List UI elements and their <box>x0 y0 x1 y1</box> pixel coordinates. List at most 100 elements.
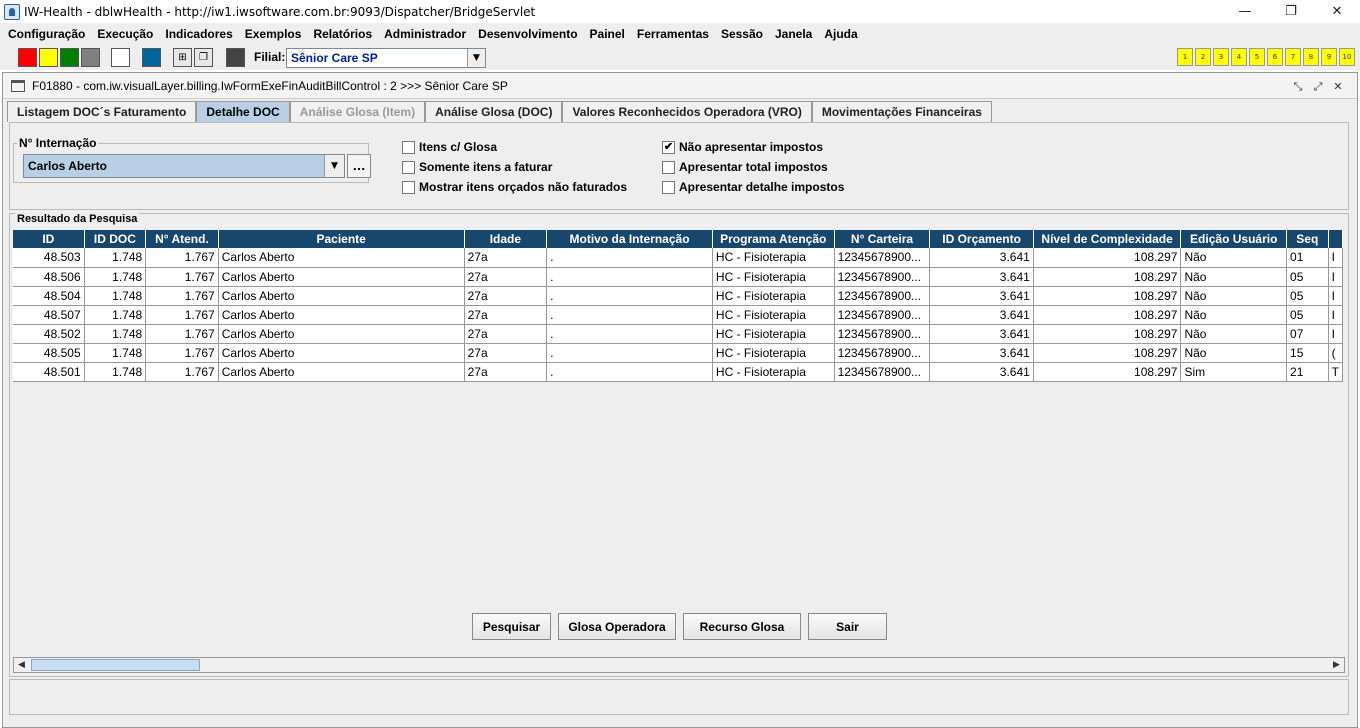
table-cell: Carlos Aberto <box>218 362 465 382</box>
checkbox-nao-apresentar-impostos[interactable]: ✔ Não apresentar impostos <box>662 140 823 154</box>
sair-button[interactable]: Sair <box>808 613 887 640</box>
checkbox-label: Itens c/ Glosa <box>419 140 498 154</box>
menu-relatorios[interactable]: Relatórios <box>307 27 378 41</box>
scroll-thumb[interactable] <box>31 659 200 671</box>
color-swatch-gray[interactable] <box>81 48 100 67</box>
table-row[interactable]: 48.504 1.748 1.767 Carlos Aberto 27a. HC - Fi… <box>13 286 1343 306</box>
menu-bar: Configuração Execução Indicadores Exempl… <box>0 23 1360 44</box>
table-cell: Carlos Aberto <box>218 324 465 344</box>
table-cell: Não <box>1180 267 1288 287</box>
col-carteira[interactable]: N° Carteira <box>834 230 931 248</box>
scroll-right-icon[interactable]: ▶ <box>1329 658 1344 672</box>
glosa-operadora-button[interactable]: Glosa Operadora <box>558 613 676 640</box>
internacao-combo[interactable]: Carlos Aberto ▼ <box>23 154 345 178</box>
menu-exemplos[interactable]: Exemplos <box>239 27 308 41</box>
col-paciente[interactable]: Paciente <box>218 230 465 248</box>
scroll-left-icon[interactable]: ◀ <box>14 658 29 672</box>
color-swatch-green[interactable] <box>60 48 79 67</box>
chevron-down-icon[interactable]: ▼ <box>467 49 485 67</box>
windows-icon[interactable]: ❐ <box>194 48 213 67</box>
checkbox-total-impostos[interactable]: Apresentar total impostos <box>662 160 828 174</box>
recurso-glosa-button[interactable]: Recurso Glosa <box>683 613 801 640</box>
internacao-lookup-button[interactable]: ... <box>347 154 371 178</box>
color-swatch-dark[interactable] <box>226 48 245 67</box>
color-swatch-yellow[interactable] <box>39 48 58 67</box>
col-programa[interactable]: Programa Atenção <box>712 230 835 248</box>
chevron-down-icon[interactable]: ▼ <box>324 155 344 177</box>
menu-janela[interactable]: Janela <box>769 27 818 41</box>
col-num-atend[interactable]: N° Atend. <box>145 230 219 248</box>
col-edicao-usuario[interactable]: Edição Usuário <box>1180 230 1288 248</box>
maximize-icon[interactable]: ⤢ <box>1311 80 1325 93</box>
quick-button-2[interactable]: 2 <box>1195 48 1211 66</box>
menu-execucao[interactable]: Execução <box>91 27 159 41</box>
checkbox-detalhe-impostos[interactable]: Apresentar detalhe impostos <box>662 180 844 194</box>
table-row[interactable]: 48.503 1.748 1.767 Carlos Aberto 27a. HC - Fi… <box>13 248 1343 268</box>
table-row[interactable]: 48.507 1.748 1.767 Carlos Aberto 27a. HC - Fi… <box>13 305 1343 325</box>
col-idade[interactable]: Idade <box>464 230 548 248</box>
color-swatch-blue[interactable] <box>142 48 161 67</box>
menu-administrador[interactable]: Administrador <box>378 27 472 41</box>
filial-select[interactable]: Sênior Care SP ▼ <box>286 48 486 68</box>
quick-button-1[interactable]: 1 <box>1177 48 1193 66</box>
table-cell: HC - Fisioterapia <box>712 267 835 287</box>
quick-button-4[interactable]: 4 <box>1231 48 1247 66</box>
checkbox-box[interactable] <box>402 140 415 154</box>
checkbox-somente-faturar[interactable]: Somente itens a faturar <box>402 160 552 174</box>
close-icon[interactable]: ✕ <box>1331 80 1345 93</box>
app-icon <box>4 3 20 20</box>
minimize-button[interactable]: — <box>1222 0 1268 23</box>
color-swatch-white[interactable] <box>111 48 130 67</box>
menu-ferramentas[interactable]: Ferramentas <box>631 27 715 41</box>
col-complexidade[interactable]: Nível de Complexidade <box>1033 230 1182 248</box>
checkbox-label: Somente itens a faturar <box>419 160 553 174</box>
menu-painel[interactable]: Painel <box>584 27 631 41</box>
table-cell: 108.297 <box>1033 305 1182 325</box>
close-button[interactable]: ✕ <box>1314 0 1360 23</box>
results-grid[interactable]: ID ID DOC N° Atend. Paciente Idade Motiv… <box>13 230 1343 657</box>
iconify-icon[interactable]: ⤡ <box>1291 80 1305 93</box>
checkbox-orcados-nao-faturados[interactable]: Mostrar itens orçados não faturados <box>402 180 627 194</box>
color-swatch-red[interactable] <box>18 48 37 67</box>
table-row[interactable]: 48.505 1.748 1.767 Carlos Aberto 27a. HC - Fi… <box>13 343 1343 363</box>
horizontal-scrollbar[interactable]: ◀ ▶ <box>13 657 1345 673</box>
quick-button-5[interactable]: 5 <box>1249 48 1265 66</box>
menu-sessao[interactable]: Sessão <box>715 27 769 41</box>
tab-detalhe-doc[interactable]: Detalhe DOC <box>196 101 290 122</box>
table-row[interactable]: 48.506 1.748 1.767 Carlos Aberto 27a. HC - Fi… <box>13 267 1343 287</box>
checkbox-box[interactable] <box>402 160 415 174</box>
col-id-orcamento[interactable]: ID Orçamento <box>929 230 1034 248</box>
col-seq[interactable]: Seq <box>1286 230 1329 248</box>
tab-analise-glosa-doc[interactable]: Análise Glosa (DOC) <box>425 101 563 122</box>
table-row[interactable]: 48.501 1.748 1.767 Carlos Aberto 27a. HC - Fi… <box>13 362 1343 382</box>
pesquisar-button[interactable]: Pesquisar <box>472 613 551 640</box>
col-extra[interactable] <box>1328 230 1343 248</box>
tree-icon[interactable]: ⊞ <box>173 48 192 67</box>
table-cell: 1.748 <box>84 343 147 363</box>
table-cell: HC - Fisioterapia <box>712 305 835 325</box>
quick-button-6[interactable]: 6 <box>1267 48 1283 66</box>
col-id-doc[interactable]: ID DOC <box>84 230 147 248</box>
checkbox-box-checked[interactable]: ✔ <box>662 140 675 154</box>
checkbox-box[interactable] <box>662 180 675 194</box>
quick-button-10[interactable]: 10 <box>1339 48 1355 66</box>
checkbox-box[interactable] <box>402 180 415 194</box>
checkbox-itens-glosa[interactable]: Itens c/ Glosa <box>402 140 497 154</box>
menu-indicadores[interactable]: Indicadores <box>159 27 238 41</box>
col-id[interactable]: ID <box>13 230 85 248</box>
restore-button[interactable]: ❐ <box>1268 0 1314 23</box>
tab-vro[interactable]: Valores Reconhecidos Operadora (VRO) <box>562 101 812 122</box>
quick-button-7[interactable]: 7 <box>1285 48 1301 66</box>
quick-button-8[interactable]: 8 <box>1303 48 1319 66</box>
quick-button-9[interactable]: 9 <box>1321 48 1337 66</box>
tab-movimentacoes[interactable]: Movimentações Financeiras <box>811 101 992 122</box>
menu-configuracao[interactable]: Configuração <box>2 27 91 41</box>
table-row[interactable]: 48.502 1.748 1.767 Carlos Aberto 27a. HC - Fi… <box>13 324 1343 344</box>
quick-button-3[interactable]: 3 <box>1213 48 1229 66</box>
table-cell: Carlos Aberto <box>218 343 465 363</box>
col-motivo[interactable]: Motivo da Internação <box>546 230 713 248</box>
tab-listagem-docs[interactable]: Listagem DOC´s Faturamento <box>7 101 197 122</box>
menu-ajuda[interactable]: Ajuda <box>818 27 863 41</box>
checkbox-box[interactable] <box>662 160 675 174</box>
menu-desenvolvimento[interactable]: Desenvolvimento <box>472 27 583 41</box>
